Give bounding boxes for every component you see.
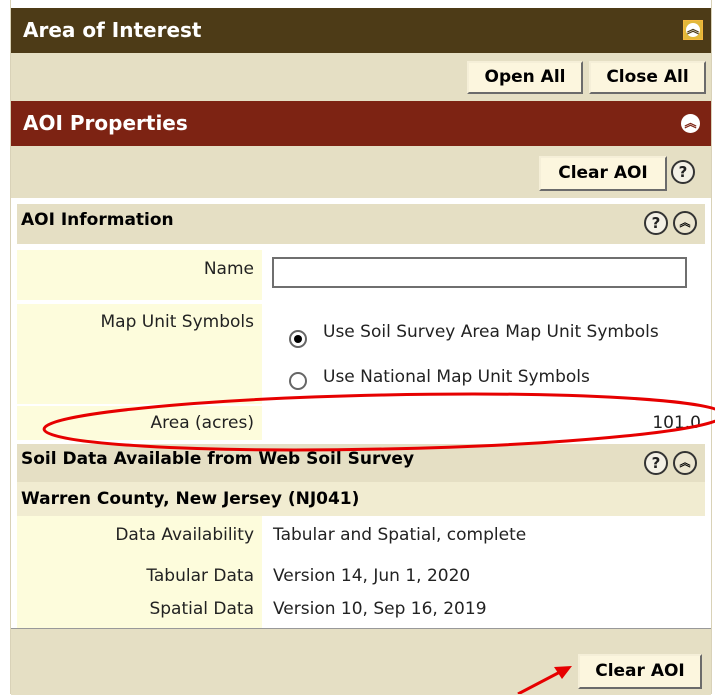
tabular-data-label: Tabular Data xyxy=(17,554,262,598)
national-option-label[interactable]: Use National Map Unit Symbols xyxy=(323,367,663,387)
area-acres-value: 101.0 xyxy=(652,413,701,433)
county-heading: Warren County, New Jersey (NJ041) xyxy=(17,482,705,516)
aoi-properties-content: AOI Information ? ︽ Name Map Unit Symbol… xyxy=(17,204,705,628)
area-of-interest-title: Area of Interest xyxy=(23,18,202,42)
tabular-data-value: Version 14, Jun 1, 2020 xyxy=(273,566,471,586)
aoi-panel: Area of Interest ︽ Open All Close All AO… xyxy=(10,0,712,695)
aoi-information-header: AOI Information ? ︽ xyxy=(17,204,705,244)
help-icon[interactable]: ? xyxy=(644,211,668,235)
aoi-properties-title: AOI Properties xyxy=(23,111,188,135)
soil-data-title: Soil Data Available from Web Soil Survey xyxy=(21,449,415,469)
collapse-up-icon[interactable]: ︽ xyxy=(673,211,697,235)
collapse-up-icon[interactable]: ︽ xyxy=(681,114,700,133)
aoi-collapse-button[interactable]: ︽ xyxy=(683,20,703,40)
data-availability-value: Tabular and Spatial, complete xyxy=(273,525,527,545)
help-icon[interactable]: ? xyxy=(644,451,668,475)
collapse-up-icon: ︽ xyxy=(686,22,700,37)
collapse-up-icon[interactable]: ︽ xyxy=(673,451,697,475)
soil-survey-option-label[interactable]: Use Soil Survey Area Map Unit Symbols xyxy=(323,322,663,342)
clear-aoi-toolbar: Clear AOI ? xyxy=(11,146,711,198)
help-icon[interactable]: ? xyxy=(671,160,695,184)
data-availability-label: Data Availability xyxy=(17,516,262,554)
area-of-interest-header: Area of Interest ︽ xyxy=(11,8,711,53)
radio-selected-icon[interactable] xyxy=(289,330,307,348)
close-all-button[interactable]: Close All xyxy=(589,61,706,94)
soil-data-header: Soil Data Available from Web Soil Survey… xyxy=(17,444,705,482)
clear-aoi-button[interactable]: Clear AOI xyxy=(539,156,667,191)
aoi-properties-header: AOI Properties ︽ xyxy=(11,101,711,146)
spatial-data-label: Spatial Data xyxy=(17,598,262,628)
open-all-button[interactable]: Open All xyxy=(467,61,583,94)
open-close-toolbar: Open All Close All xyxy=(11,53,711,101)
name-input[interactable] xyxy=(272,257,687,288)
bottom-toolbar: Clear AOI xyxy=(11,628,711,695)
map-unit-symbols-label: Map Unit Symbols xyxy=(17,304,262,404)
radio-unselected-icon[interactable] xyxy=(289,372,307,390)
clear-aoi-bottom-button[interactable]: Clear AOI xyxy=(578,654,702,689)
spatial-data-value: Version 10, Sep 16, 2019 xyxy=(273,599,487,619)
aoi-information-title: AOI Information xyxy=(21,210,174,230)
name-label: Name xyxy=(17,250,262,300)
area-acres-label: Area (acres) xyxy=(17,406,262,440)
